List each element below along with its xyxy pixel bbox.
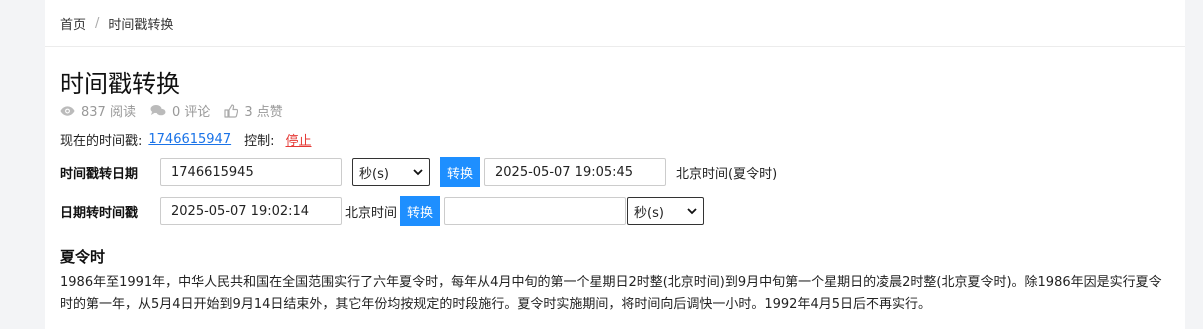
comments-count: 0 评论 [171,105,211,120]
page-title: 时间戳转换 [60,70,180,98]
date-input[interactable]: 2025-05-07 19:02:14 [160,197,342,225]
chevron-down-icon [413,168,423,175]
stop-button[interactable]: 停止 [286,130,312,149]
date-result-value: 2025-05-07 19:05:45 [495,164,634,180]
result-unit-value: 秒(s) [634,205,664,221]
breadcrumb-separator: / [95,15,100,31]
timestamp-unit-select[interactable]: 秒(s) [352,158,430,186]
date-input-zone: 北京时间 [345,205,398,221]
result-unit-select[interactable]: 秒(s) [627,197,705,225]
date-to-timestamp-row: 日期转时间戳 2025-05-07 19:02:14 北京时间 转换 秒(s) [60,196,705,226]
timestamp-unit-value: 秒(s) [359,166,389,182]
comment-icon [150,105,166,116]
views-count: 837 阅读 [81,105,136,120]
chevron-down-icon [687,207,697,214]
dst-heading: 夏令时 [60,248,106,266]
date-result-zone: 北京时间(夏令时) [676,166,778,182]
control-label: 控制: [244,134,275,149]
convert-to-date-button[interactable]: 转换 [440,157,480,187]
likes-stat[interactable]: 3 点赞 [224,101,283,120]
breadcrumb: 首页 / 时间戳转换 [45,0,1185,47]
eye-icon [60,105,75,116]
timestamp-result-field[interactable] [444,197,627,225]
date-result-field[interactable]: 2025-05-07 19:05:45 [484,158,666,186]
timestamp-to-date-label: 时间戳转日期 [60,166,139,182]
timestamp-input[interactable]: 1746615945 [160,158,342,186]
current-timestamp-label: 现在的时间戳: [60,134,143,149]
date-input-value: 2025-05-07 19:02:14 [171,203,310,219]
current-timestamp-value[interactable]: 1746615947 [148,132,231,147]
date-to-timestamp-label: 日期转时间戳 [60,205,139,221]
timestamp-to-date-row: 时间戳转日期 1746615945 秒(s) 转换 2025-05-07 19:… [60,157,777,187]
thumbs-up-icon [224,103,239,118]
views-stat: 837 阅读 [60,101,136,120]
breadcrumb-current: 时间戳转换 [108,17,174,33]
article-meta: 837 阅读 0 评论 3 点赞 [60,101,297,120]
dst-description: 1986年至1991年，中华人民共和国在全国范围实行了六年夏令时，每年从4月中旬… [60,275,1162,312]
convert-to-timestamp-button[interactable]: 转换 [400,196,441,226]
timestamp-input-value: 1746615945 [171,164,254,180]
content-card: 首页 / 时间戳转换 时间戳转换 837 阅读 0 评论 3 点赞 现在的时间戳… [45,0,1185,329]
likes-count: 3 点赞 [244,105,283,120]
current-timestamp-line: 现在的时间戳: 1746615947 控制: 停止 [60,130,312,149]
comments-stat: 0 评论 [150,101,210,120]
breadcrumb-home-link[interactable]: 首页 [60,14,86,33]
